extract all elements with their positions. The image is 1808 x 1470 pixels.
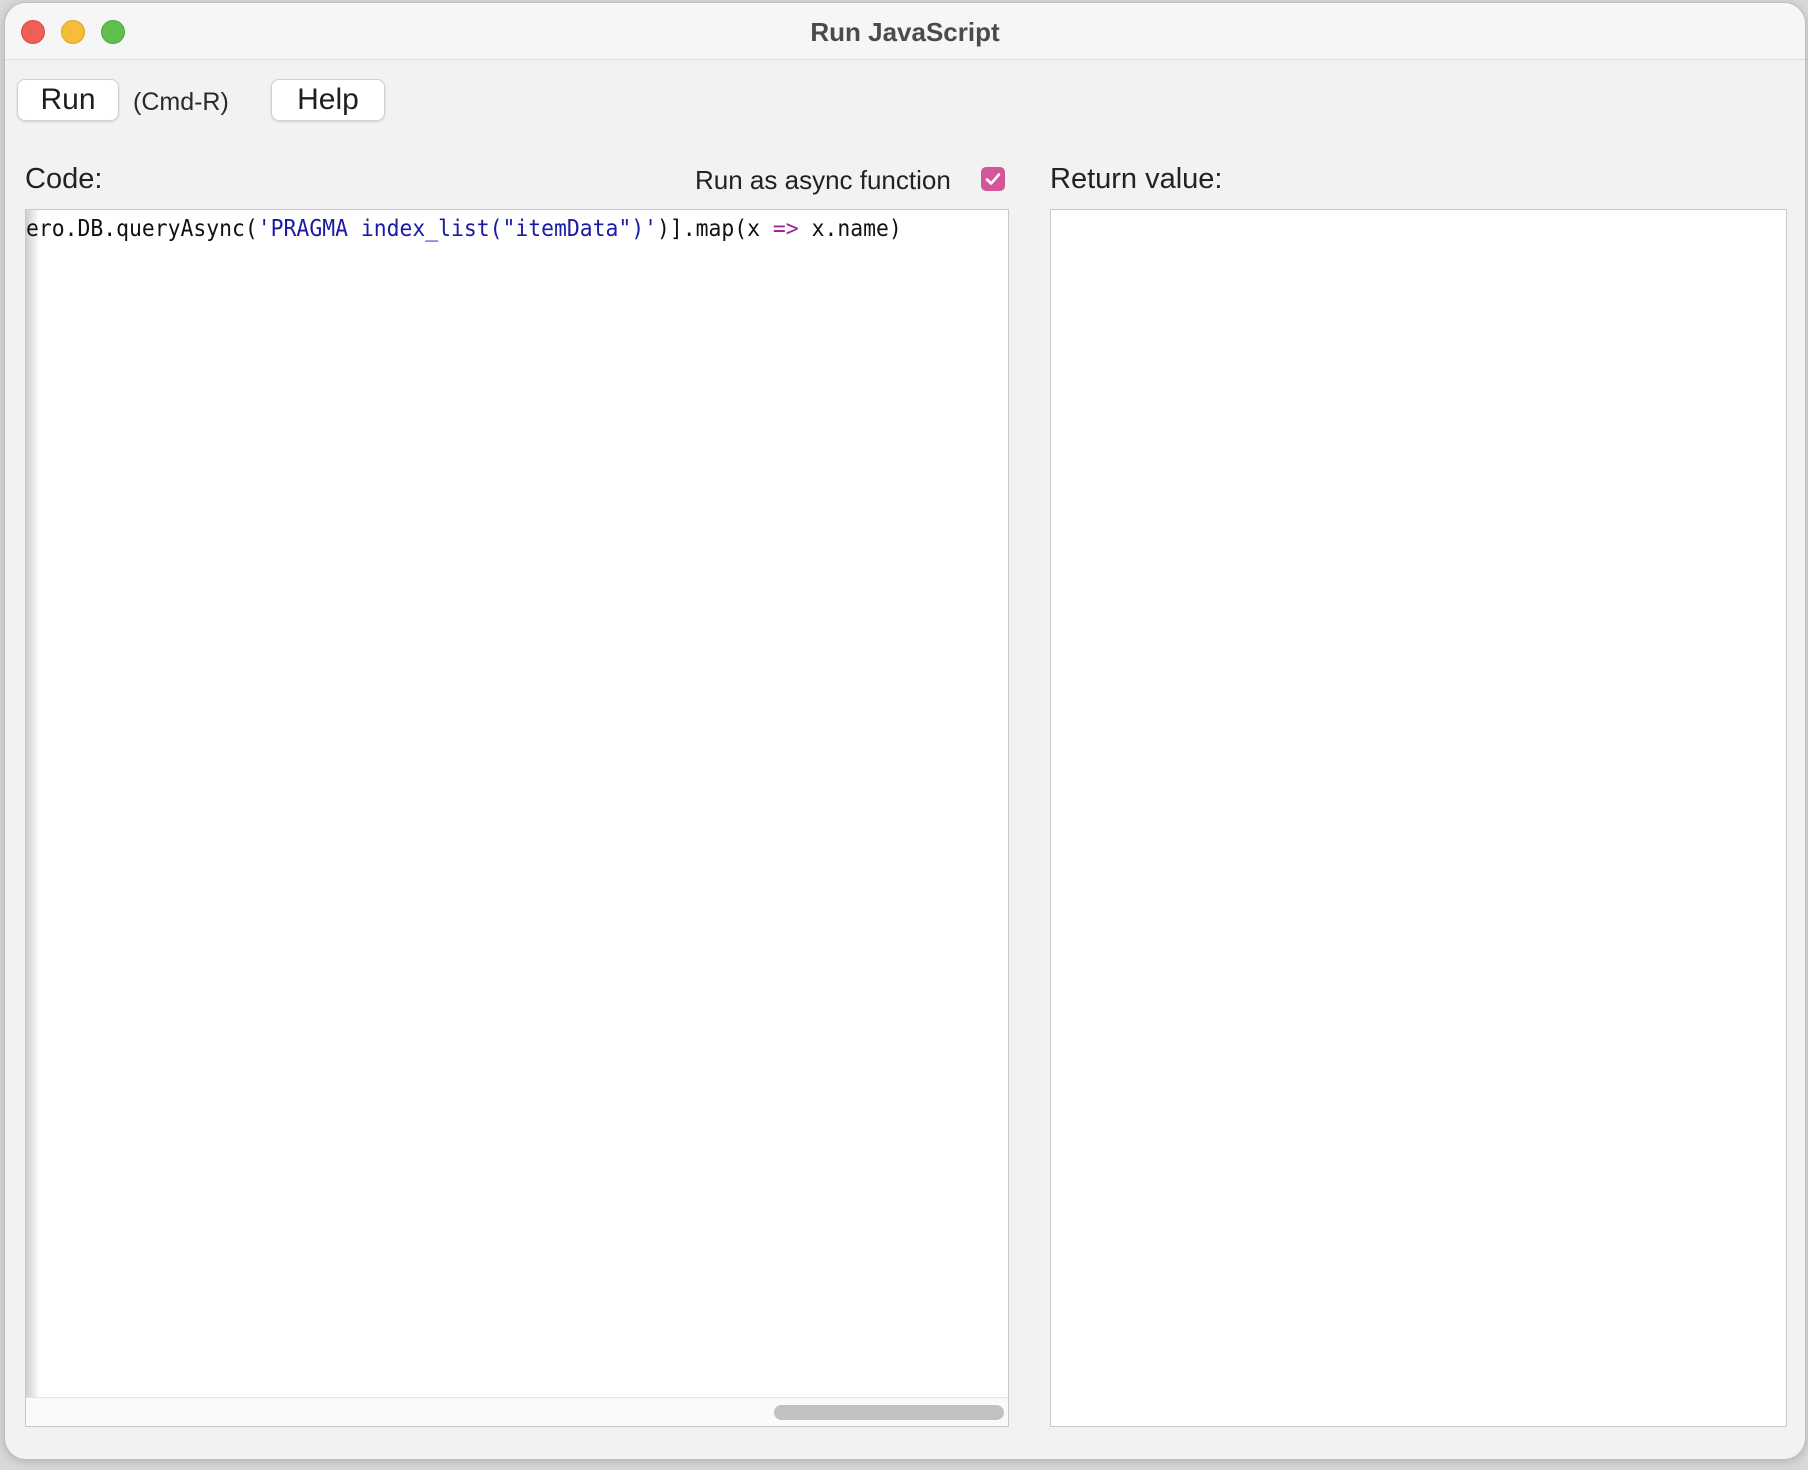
run-button[interactable]: Run	[17, 79, 119, 121]
return-value-label: Return value:	[1050, 163, 1223, 195]
toolbar: Run (Cmd-R) Help	[5, 79, 1805, 125]
checkmark-icon	[985, 173, 1001, 185]
async-function-label[interactable]: Run as async function	[695, 165, 951, 196]
code-line: ero.DB.queryAsync('PRAGMA index_list("it…	[26, 216, 902, 242]
run-javascript-window: Run JavaScript Run (Cmd-R) Help Code: Ru…	[4, 2, 1806, 1460]
code-text: x.name)	[798, 216, 902, 242]
window-title: Run JavaScript	[810, 17, 1000, 47]
code-label: Code:	[25, 163, 103, 195]
run-shortcut-hint: (Cmd-R)	[133, 88, 229, 116]
help-button[interactable]: Help	[271, 79, 385, 121]
async-function-checkbox[interactable]	[981, 167, 1005, 191]
horizontal-scrollbar[interactable]	[26, 1397, 1008, 1426]
editor-gutter	[26, 210, 40, 1400]
code-arrow-operator: =>	[772, 216, 799, 242]
title-bar: Run JavaScript	[5, 3, 1805, 60]
return-value-output[interactable]	[1050, 209, 1787, 1427]
code-text: ero.DB.queryAsync(	[26, 216, 258, 242]
code-string: 'PRAGMA index_list("itemData")'	[257, 216, 658, 242]
code-text: )].map(x	[657, 216, 773, 242]
code-editor[interactable]: ero.DB.queryAsync('PRAGMA index_list("it…	[25, 209, 1009, 1427]
scrollbar-thumb[interactable]	[774, 1405, 1004, 1420]
